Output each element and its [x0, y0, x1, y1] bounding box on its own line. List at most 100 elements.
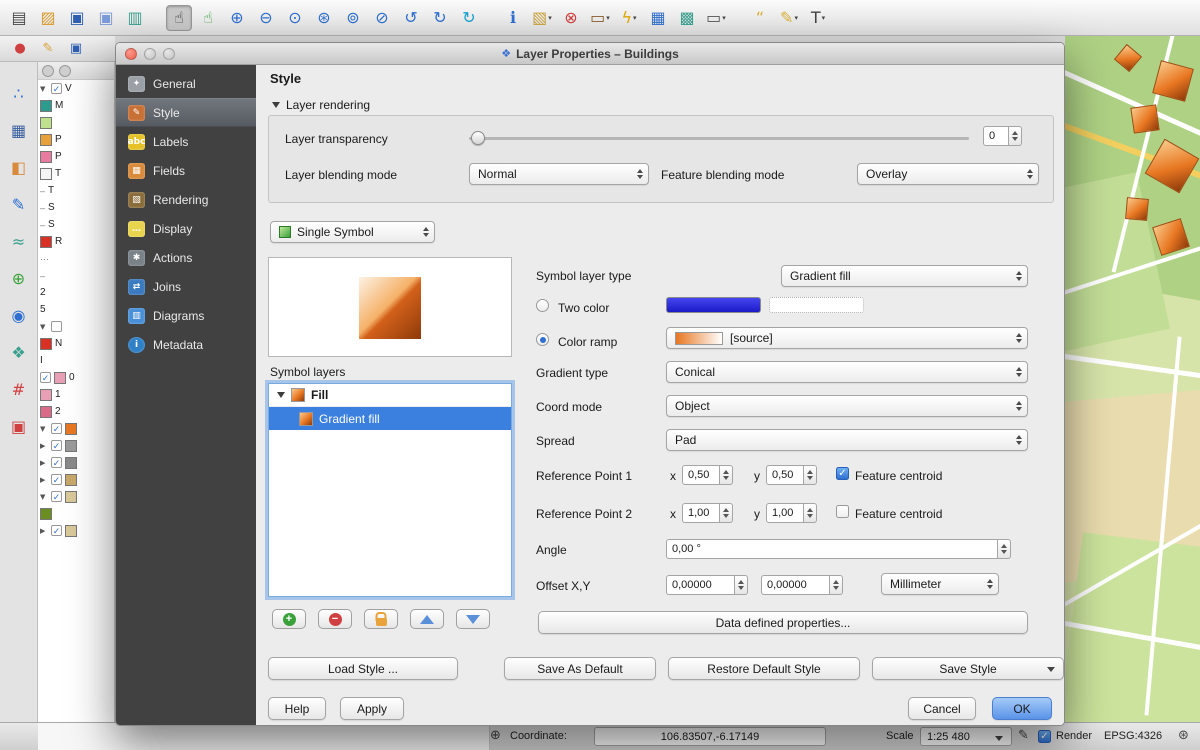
- transparency-spinbox[interactable]: 0: [983, 126, 1022, 146]
- stepper-arrows-icon[interactable]: [804, 503, 817, 523]
- map-canvas[interactable]: [1065, 36, 1200, 722]
- layer-row[interactable]: ▶ ✓: [38, 522, 114, 539]
- ref1-x-spinbox[interactable]: 0,50: [682, 465, 733, 485]
- offset-x-value[interactable]: 0,00000: [666, 575, 735, 595]
- color1-button[interactable]: [666, 297, 761, 313]
- sidebar-item-metadata[interactable]: i Metadata: [116, 330, 256, 359]
- close-window-button[interactable]: [125, 48, 137, 60]
- stepper-arrows-icon[interactable]: [830, 575, 843, 595]
- apply-button[interactable]: Apply: [340, 697, 404, 720]
- layer-visibility-checkbox[interactable]: ✓: [51, 83, 62, 94]
- layer-row[interactable]: P: [38, 148, 114, 165]
- tree-selected-row[interactable]: Gradient fill: [269, 407, 511, 430]
- layer-visibility-checkbox[interactable]: [51, 321, 62, 332]
- tree-group-row[interactable]: Fill: [269, 384, 511, 407]
- stepper-arrows-icon[interactable]: [720, 503, 733, 523]
- symbol-layers-tree[interactable]: Fill Gradient fill: [268, 383, 512, 597]
- geo-globe-icon[interactable]: ⊕: [7, 267, 31, 291]
- sidebar-item-labels[interactable]: abc Labels: [116, 127, 256, 156]
- layer-row[interactable]: – T: [38, 182, 114, 199]
- two-color-radio[interactable]: [536, 299, 549, 312]
- transparency-value[interactable]: 0: [983, 126, 1009, 146]
- expand-arrow-icon[interactable]: ▼: [40, 85, 48, 93]
- offset-x-spinbox[interactable]: 0,00000: [666, 575, 748, 595]
- web-service-icon[interactable]: ◉: [7, 304, 31, 328]
- expand-arrow-icon[interactable]: ▶: [40, 476, 48, 484]
- expand-arrow-icon[interactable]: ▼: [40, 425, 48, 433]
- angle-value[interactable]: 0,00 °: [666, 539, 998, 559]
- new-annotation-icon[interactable]: ✎ ▾: [776, 5, 802, 31]
- sidebar-item-diagrams[interactable]: ▥ Diagrams: [116, 301, 256, 330]
- move-up-button[interactable]: [410, 609, 444, 629]
- vector-shape-icon[interactable]: ◧: [7, 156, 31, 180]
- layer-row[interactable]: ▼: [38, 318, 114, 335]
- text-annotation-icon[interactable]: T ▾: [805, 5, 831, 31]
- color-ramp-radio[interactable]: [536, 333, 549, 346]
- expand-arrow-icon[interactable]: ▼: [40, 493, 48, 501]
- new-project-icon[interactable]: ▤: [6, 5, 32, 31]
- zoom-next-icon[interactable]: ↻: [427, 5, 453, 31]
- layer-row[interactable]: P: [38, 131, 114, 148]
- measure-area-icon[interactable]: ▭ ▾: [703, 5, 729, 31]
- cancel-button[interactable]: Cancel: [908, 697, 976, 720]
- expand-arrow-icon[interactable]: ▼: [40, 323, 48, 331]
- save-template-icon[interactable]: ▥: [122, 5, 148, 31]
- load-style-button[interactable]: Load Style ...: [268, 657, 458, 680]
- layer-visibility-checkbox[interactable]: ✓: [51, 525, 62, 536]
- layer-row[interactable]: 5: [38, 301, 114, 318]
- ref1-y-spinbox[interactable]: 0,50: [766, 465, 817, 485]
- sidebar-item-actions[interactable]: ✱ Actions: [116, 243, 256, 272]
- layer-row[interactable]: M: [38, 97, 114, 114]
- layer-diamond-icon[interactable]: ❖: [7, 341, 31, 365]
- map-tips-icon[interactable]: “: [747, 5, 773, 31]
- feature-blending-select[interactable]: Overlay: [857, 163, 1039, 185]
- data-defined-properties-button[interactable]: Data defined properties...: [538, 611, 1028, 634]
- sidebar-item-style[interactable]: ✎ Style: [116, 98, 256, 127]
- gradient-type-select[interactable]: Conical: [666, 361, 1028, 383]
- zoom-in-icon[interactable]: ⊕: [224, 5, 250, 31]
- sidebar-item-display[interactable]: … Display: [116, 214, 256, 243]
- sidebar-item-rendering[interactable]: ▧ Rendering: [116, 185, 256, 214]
- ok-button[interactable]: OK: [992, 697, 1052, 720]
- color2-button[interactable]: [769, 297, 864, 313]
- stepper-arrows-icon[interactable]: [804, 465, 817, 485]
- stepper-arrows-icon[interactable]: [735, 575, 748, 595]
- run-feature-action-icon[interactable]: ϟ ▾: [616, 5, 642, 31]
- feature-centroid1-checkbox[interactable]: [836, 467, 849, 480]
- feature-centroid2-checkbox[interactable]: [836, 505, 849, 518]
- sidebar-item-joins[interactable]: ⇄ Joins: [116, 272, 256, 301]
- vector-edit-icon[interactable]: ✎: [7, 193, 31, 217]
- spread-select[interactable]: Pad: [666, 429, 1028, 451]
- layer-visibility-checkbox[interactable]: ✓: [51, 440, 62, 451]
- save-edits-icon[interactable]: ▣: [66, 39, 86, 59]
- zoom-window-button[interactable]: [163, 48, 175, 60]
- zoom-to-selection-icon[interactable]: ⊚: [340, 5, 366, 31]
- zoom-native-icon[interactable]: ⊙: [282, 5, 308, 31]
- layer-row[interactable]: ···: [38, 250, 114, 267]
- pan-to-selection-icon[interactable]: ☝: [195, 5, 221, 31]
- stepper-arrows-icon[interactable]: [998, 539, 1011, 559]
- stepper-arrows-icon[interactable]: [720, 465, 733, 485]
- layer-row[interactable]: [38, 114, 114, 131]
- toggle-editing-icon[interactable]: ✎: [38, 39, 58, 59]
- dialog-titlebar[interactable]: ❖ Layer Properties – Buildings: [116, 43, 1064, 65]
- deselect-icon[interactable]: ⊗: [558, 5, 584, 31]
- identify-icon[interactable]: ℹ: [500, 5, 526, 31]
- offset-y-value[interactable]: 0,00000: [761, 575, 830, 595]
- coord-mode-select[interactable]: Object: [666, 395, 1028, 417]
- transparency-slider[interactable]: [469, 128, 969, 148]
- layer-row[interactable]: 2: [38, 403, 114, 420]
- panel-close-icon[interactable]: [42, 65, 54, 77]
- sidebar-item-fields[interactable]: ▦ Fields: [116, 156, 256, 185]
- disclosure-triangle-icon[interactable]: [277, 392, 285, 398]
- layer-visibility-checkbox[interactable]: ✓: [40, 372, 51, 383]
- scale-combo[interactable]: 1:25 480: [920, 727, 1012, 746]
- layer-blending-select[interactable]: Normal: [469, 163, 649, 185]
- ref2-y-value[interactable]: 1,00: [766, 503, 804, 523]
- expand-arrow-icon[interactable]: ▶: [40, 527, 48, 535]
- layer-row[interactable]: ▼ ✓: [38, 488, 114, 505]
- layer-row[interactable]: N: [38, 335, 114, 352]
- ref2-y-spinbox[interactable]: 1,00: [766, 503, 817, 523]
- add-symbol-layer-button[interactable]: +: [272, 609, 306, 629]
- layer-row[interactable]: ▶ ✓: [38, 471, 114, 488]
